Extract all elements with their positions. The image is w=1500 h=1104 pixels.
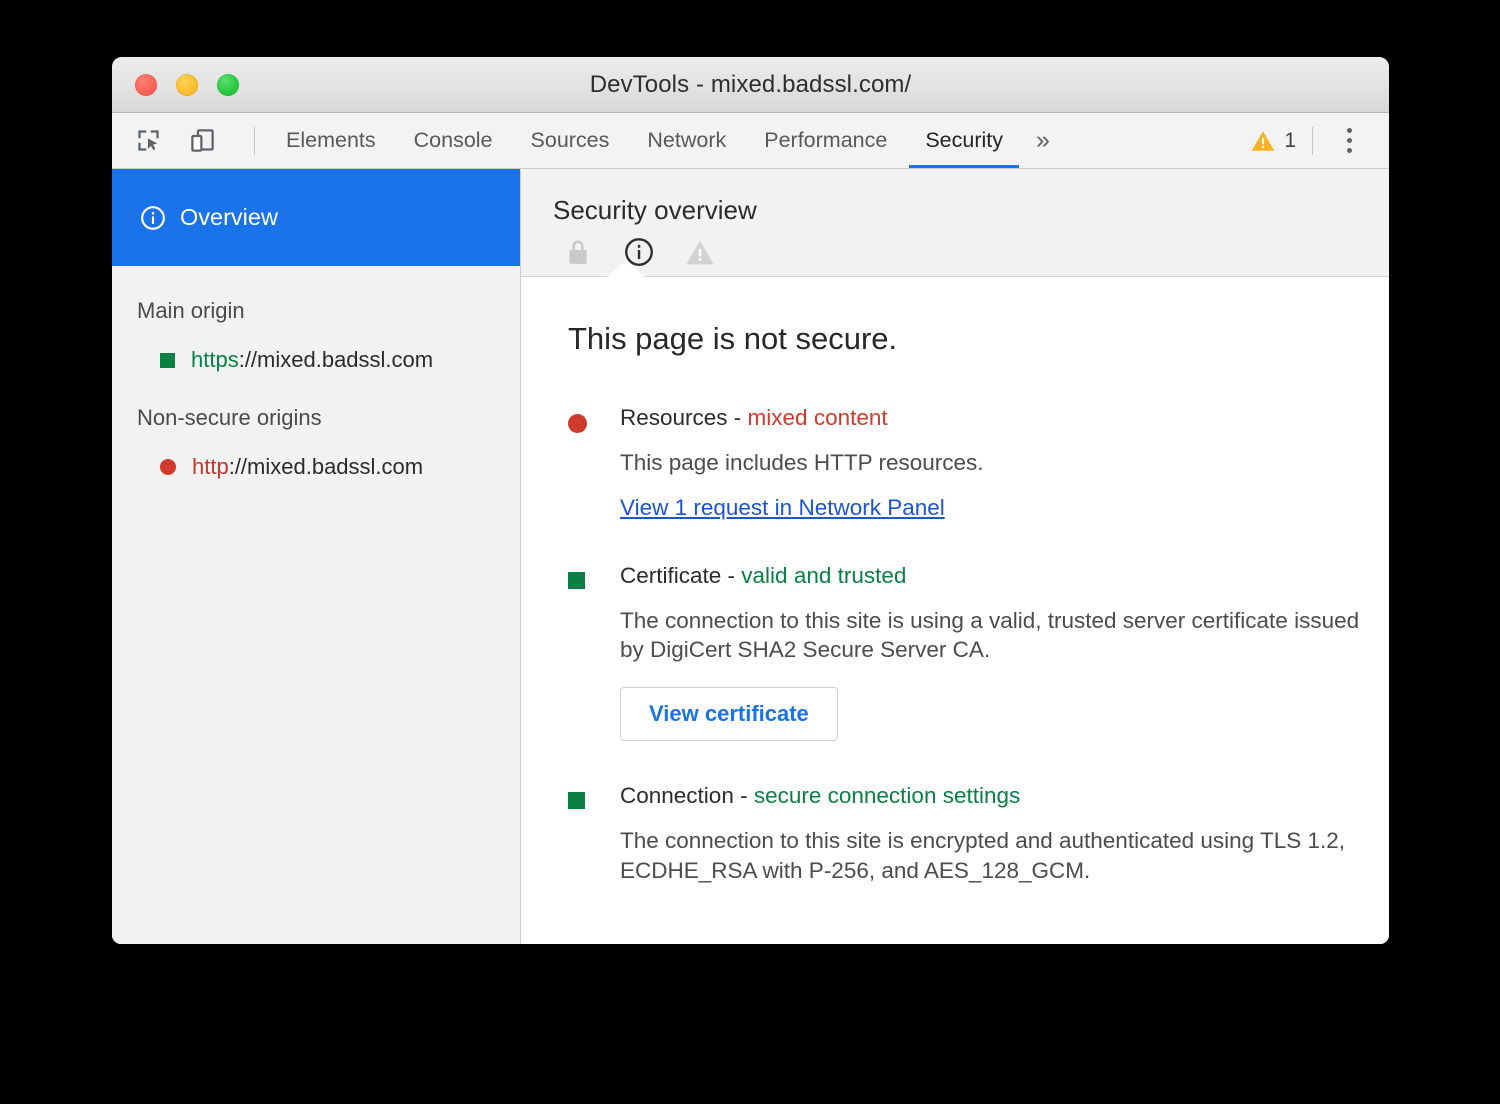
more-vertical-icon[interactable] — [1313, 128, 1369, 153]
active-state-pointer — [607, 260, 645, 277]
warning-triangle-icon — [1250, 128, 1276, 154]
sidebar-item-label: Overview — [180, 204, 278, 231]
view-certificate-button[interactable]: View certificate — [620, 687, 838, 741]
explanation-connection: Connection - secure connection settings … — [568, 783, 1389, 885]
tab-security[interactable]: Security — [906, 113, 1022, 168]
explanation-title: Connection - secure connection settings — [620, 783, 1389, 809]
origin-host: ://mixed.badssl.com — [239, 347, 433, 372]
devtools-tool-buttons — [112, 113, 255, 168]
tab-performance[interactable]: Performance — [745, 113, 906, 168]
panel-tabs: Elements Console Sources Network Perform… — [267, 113, 1063, 168]
explanation-description: This page includes HTTP resources. — [620, 448, 1380, 478]
security-explanations: This page is not secure. Resources - mix… — [521, 277, 1389, 927]
window-controls — [135, 57, 239, 112]
security-panel-header: Security overview — [521, 169, 1389, 277]
origin-url: http://mixed.badssl.com — [192, 454, 423, 480]
explanation-title-main: Certificate — [620, 563, 721, 588]
toolbar-divider — [254, 127, 255, 155]
explanation-bullet — [568, 405, 620, 521]
security-headline: This page is not secure. — [568, 321, 1389, 357]
warning-triangle-icon[interactable] — [684, 236, 716, 268]
security-main-panel: Security overview — [521, 169, 1389, 944]
devtools-window: DevTools - mixed.badssl.com/ Elements Co… — [112, 57, 1389, 944]
red-circle-icon — [568, 414, 587, 433]
explanation-title-main: Connection — [620, 783, 734, 808]
explanation-separator: - — [721, 563, 741, 588]
device-toolbar-icon[interactable] — [184, 123, 220, 159]
page-title: Security overview — [553, 195, 1389, 226]
close-window-button[interactable] — [135, 74, 157, 96]
sidebar-group-title-main-origin: Main origin — [112, 298, 520, 324]
security-sidebar: Overview Main origin https://mixed.badss… — [112, 169, 521, 944]
explanation-separator: - — [728, 405, 748, 430]
sidebar-item-overview[interactable]: Overview — [112, 169, 520, 266]
explanation-body: Resources - mixed content This page incl… — [620, 405, 1389, 521]
explanation-body: Connection - secure connection settings … — [620, 783, 1389, 885]
tab-sources[interactable]: Sources — [512, 113, 629, 168]
tab-label: Elements — [286, 128, 376, 153]
view-requests-link[interactable]: View 1 request in Network Panel — [620, 495, 945, 521]
explanation-bullet — [568, 783, 620, 885]
explanation-body: Certificate - valid and trusted The conn… — [620, 563, 1389, 741]
tab-elements[interactable]: Elements — [267, 113, 395, 168]
minimize-window-button[interactable] — [176, 74, 198, 96]
maximize-window-button[interactable] — [217, 74, 239, 96]
explanation-title: Resources - mixed content — [620, 405, 1389, 431]
tab-network[interactable]: Network — [628, 113, 745, 168]
window-titlebar: DevTools - mixed.badssl.com/ — [112, 57, 1389, 113]
tabs-overflow-chevron-icon[interactable]: » — [1022, 113, 1063, 168]
devtools-tabbar: Elements Console Sources Network Perform… — [112, 113, 1389, 169]
menu-dot — [1347, 128, 1352, 133]
tab-label: Security — [925, 128, 1003, 153]
explanation-state: valid and trusted — [741, 563, 906, 588]
window-title: DevTools - mixed.badssl.com/ — [590, 71, 912, 99]
tab-label: Sources — [531, 128, 610, 153]
explanation-resources: Resources - mixed content This page incl… — [568, 405, 1389, 521]
explanation-state: mixed content — [748, 405, 888, 430]
green-square-icon — [568, 792, 585, 809]
explanation-bullet — [568, 563, 620, 741]
inspect-element-icon[interactable] — [130, 123, 166, 159]
explanation-description: The connection to this site is using a v… — [620, 606, 1380, 665]
explanation-title-main: Resources — [620, 405, 728, 430]
explanation-description: The connection to this site is encrypted… — [620, 826, 1380, 885]
green-square-icon — [160, 353, 175, 368]
tabbar-right-controls: 1 — [1250, 113, 1389, 168]
explanation-separator: - — [734, 783, 754, 808]
sidebar-origin-http[interactable]: http://mixed.badssl.com — [112, 454, 520, 480]
devtools-content: Overview Main origin https://mixed.badss… — [112, 169, 1389, 944]
warning-badge[interactable]: 1 — [1250, 128, 1312, 154]
security-state-icons — [553, 236, 1389, 268]
tab-label: Performance — [764, 128, 887, 153]
sidebar-origin-https[interactable]: https://mixed.badssl.com — [112, 347, 520, 373]
sidebar-group-title-non-secure-origins: Non-secure origins — [112, 405, 520, 431]
info-circle-icon — [140, 205, 166, 231]
tab-label: Network — [647, 128, 726, 153]
warning-count: 1 — [1284, 129, 1296, 153]
tab-label: Console — [414, 128, 493, 153]
origin-url: https://mixed.badssl.com — [191, 347, 433, 373]
origin-host: ://mixed.badssl.com — [229, 454, 423, 479]
explanation-certificate: Certificate - valid and trusted The conn… — [568, 563, 1389, 741]
lock-icon[interactable] — [562, 236, 594, 268]
explanation-title: Certificate - valid and trusted — [620, 563, 1389, 589]
menu-dot — [1347, 138, 1352, 143]
origin-scheme: http — [192, 454, 229, 479]
explanation-state: secure connection settings — [754, 783, 1020, 808]
red-circle-icon — [160, 459, 176, 475]
tab-console[interactable]: Console — [395, 113, 512, 168]
menu-dot — [1347, 148, 1352, 153]
green-square-icon — [568, 572, 585, 589]
origin-scheme: https — [191, 347, 239, 372]
